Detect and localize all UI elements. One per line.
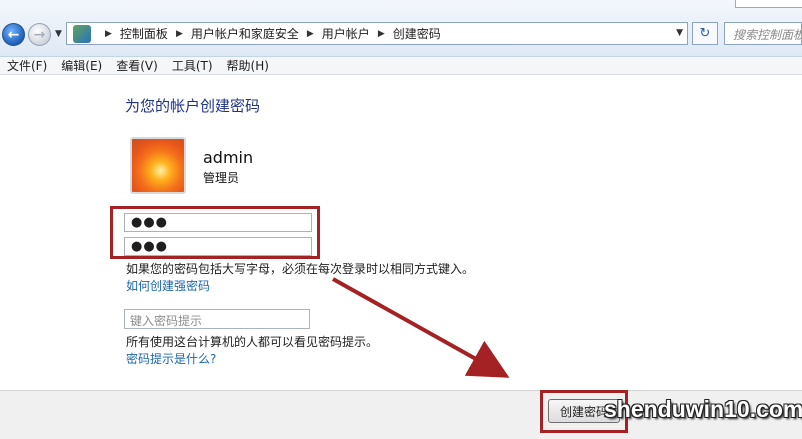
refresh-icon: ↻ <box>699 26 711 41</box>
breadcrumb-chevron-icon[interactable]: ▶ <box>307 29 314 39</box>
breadcrumb-chevron-icon[interactable]: ▶ <box>378 29 385 39</box>
password-highlight-box <box>110 206 320 259</box>
user-role: 管理员 <box>203 171 240 185</box>
password-hint-input[interactable]: 键入密码提示 <box>124 309 310 329</box>
breadcrumb-control-panel[interactable]: 控制面板 <box>120 25 168 42</box>
navigation-bar: ← → ▼ ▶ 控制面板 ▶ 用户帐户和家庭安全 ▶ 用户帐户 ▶ 创建密码 ▼… <box>0 0 802 57</box>
window-top-strip <box>735 0 802 8</box>
hint-visibility-note: 所有使用这台计算机的人都可以看见密码提示。 <box>126 335 379 349</box>
menu-help[interactable]: 帮助(H) <box>220 57 276 74</box>
menu-file[interactable]: 文件(F) <box>0 57 54 74</box>
breadcrumb-chevron-icon[interactable]: ▶ <box>176 29 183 39</box>
page-title: 为您的帐户创建密码 <box>125 97 261 115</box>
breadcrumb-create-password[interactable]: 创建密码 <box>393 25 441 42</box>
back-button[interactable]: ← <box>2 23 25 46</box>
avatar <box>130 137 186 194</box>
address-field[interactable]: ▶ 控制面板 ▶ 用户帐户和家庭安全 ▶ 用户帐户 ▶ 创建密码 ▼ <box>66 22 688 45</box>
control-panel-icon <box>73 24 91 43</box>
watermark-text: shenduwin10.com <box>604 396 802 422</box>
breadcrumb-chevron-icon[interactable]: ▶ <box>105 29 112 39</box>
what-is-hint-link[interactable]: 密码提示是什么? <box>126 350 216 367</box>
user-name: admin <box>203 148 254 167</box>
case-sensitivity-note: 如果您的密码包括大写字母，必须在每次登录时以相同方式键入。 <box>126 262 475 276</box>
breadcrumb-user-accounts[interactable]: 用户帐户 <box>322 25 370 42</box>
recent-pages-dropdown-icon[interactable]: ▼ <box>55 29 62 39</box>
forward-arrow-icon: → <box>33 26 46 43</box>
strong-password-link[interactable]: 如何创建强密码 <box>126 277 210 294</box>
address-dropdown-icon[interactable]: ▼ <box>676 28 683 38</box>
search-input[interactable]: 搜索控制面板 <box>724 22 802 45</box>
refresh-button[interactable]: ↻ <box>692 22 718 45</box>
breadcrumb-user-accounts-family[interactable]: 用户帐户和家庭安全 <box>191 25 299 42</box>
menu-bar: 文件(F) 编辑(E) 查看(V) 工具(T) 帮助(H) <box>0 57 802 75</box>
menu-tools[interactable]: 工具(T) <box>165 57 220 74</box>
forward-button[interactable]: → <box>28 23 51 46</box>
back-arrow-icon: ← <box>7 26 20 43</box>
menu-view[interactable]: 查看(V) <box>109 57 165 74</box>
menu-edit[interactable]: 编辑(E) <box>54 57 109 74</box>
